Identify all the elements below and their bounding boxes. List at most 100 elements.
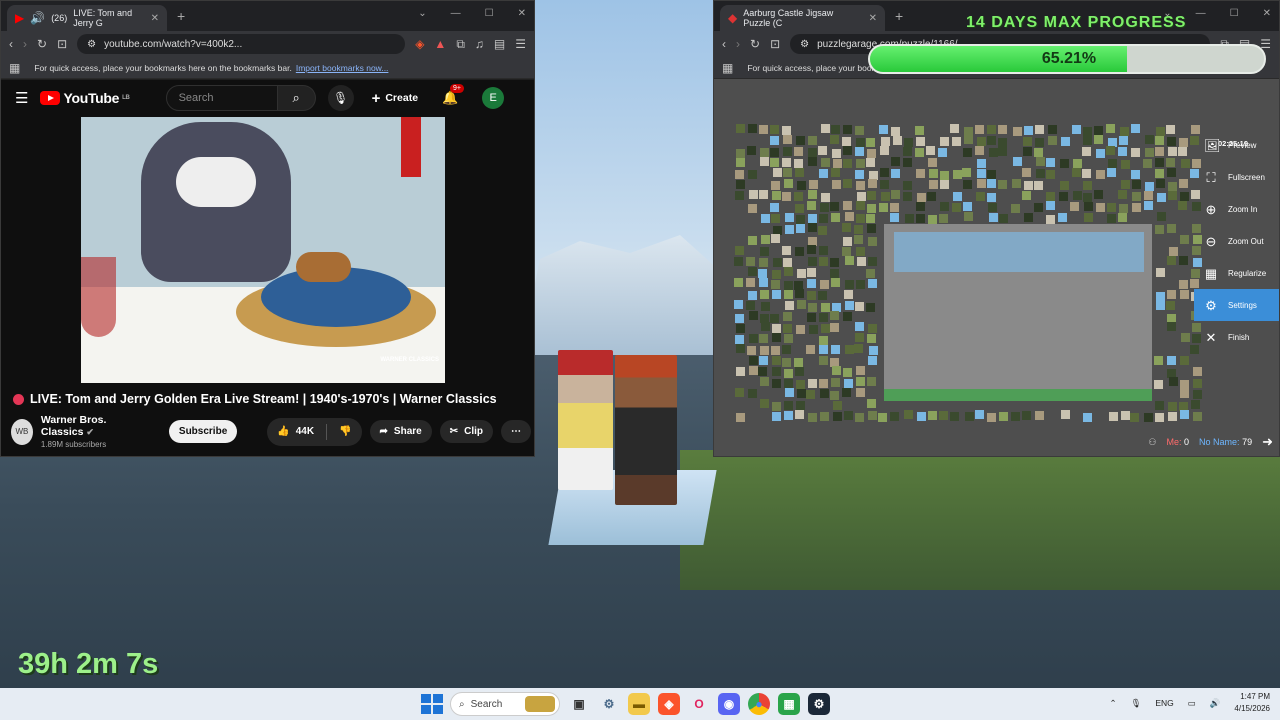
puzzle-piece[interactable] (939, 179, 949, 189)
puzzle-piece[interactable] (1155, 135, 1165, 145)
puzzle-piece[interactable] (1167, 412, 1177, 422)
puzzle-piece[interactable] (772, 257, 782, 267)
puzzle-piece[interactable] (940, 202, 950, 212)
puzzle-piece[interactable] (866, 302, 876, 312)
puzzle-piece[interactable] (879, 125, 889, 135)
puzzle-piece[interactable] (746, 301, 756, 311)
puzzle-piece[interactable] (1071, 125, 1081, 135)
puzzle-piece[interactable] (784, 213, 794, 223)
puzzle-piece[interactable] (1144, 148, 1154, 158)
menu-item-fullscreen[interactable]: ⛶ Fullscreen (1194, 161, 1279, 193)
puzzle-piece[interactable] (807, 257, 817, 267)
puzzle-piece[interactable] (1130, 412, 1140, 422)
hamburger-menu-icon[interactable]: ☰ (15, 91, 28, 106)
puzzle-piece[interactable] (854, 224, 863, 234)
puzzle-piece[interactable] (1036, 169, 1046, 179)
puzzle-piece[interactable] (782, 191, 792, 201)
puzzle-piece[interactable] (784, 388, 794, 398)
puzzle-piece[interactable] (986, 169, 996, 179)
puzzle-piece[interactable] (998, 124, 1008, 134)
site-info-icon[interactable]: ⚙ (87, 39, 96, 50)
puzzle-piece[interactable] (772, 289, 782, 299)
puzzle-piece[interactable] (855, 333, 865, 343)
puzzle-piece[interactable] (747, 124, 757, 134)
puzzle-piece[interactable] (1144, 135, 1154, 145)
puzzle-piece[interactable] (1034, 181, 1044, 191)
puzzle-piece[interactable] (735, 335, 745, 344)
puzzle-piece[interactable] (843, 159, 853, 169)
puzzle-piece[interactable] (782, 158, 792, 168)
puzzle-piece[interactable] (1023, 212, 1033, 222)
puzzle-piece[interactable] (808, 179, 818, 189)
puzzle-piece[interactable] (1108, 411, 1118, 421)
puzzle-piece[interactable] (938, 147, 947, 157)
puzzle-piece[interactable] (784, 400, 794, 410)
puzzle-piece[interactable] (1180, 159, 1190, 169)
puzzle-piece[interactable] (796, 223, 806, 233)
puzzle-piece[interactable] (759, 334, 769, 344)
puzzle-piece[interactable] (1083, 192, 1093, 202)
puzzle-piece[interactable] (976, 158, 986, 168)
puzzle-piece[interactable] (866, 214, 876, 224)
puzzle-piece[interactable] (748, 311, 758, 320)
puzzle-piece[interactable] (831, 366, 841, 376)
puzzle-piece[interactable] (928, 169, 938, 179)
puzzle-piece[interactable] (760, 148, 770, 158)
puzzle-piece[interactable] (735, 180, 745, 190)
apps-icon[interactable]: ▦ (9, 62, 20, 74)
puzzle-piece[interactable] (819, 312, 829, 322)
more-actions-button[interactable]: ⋯ (501, 420, 531, 443)
puzzle-piece[interactable] (938, 411, 948, 421)
puzzle-piece[interactable] (1166, 301, 1176, 311)
puzzle-piece[interactable] (844, 410, 854, 420)
brave-browser-icon[interactable]: ◈ (658, 693, 680, 715)
puzzle-piece[interactable] (819, 389, 829, 399)
puzzle-piece[interactable] (1156, 212, 1166, 222)
puzzle-piece[interactable] (782, 345, 792, 355)
taskbar-search[interactable]: ⌕ Search (450, 692, 560, 716)
puzzle-piece[interactable] (820, 157, 830, 167)
puzzle-piece[interactable] (1096, 203, 1106, 213)
puzzle-piece[interactable] (1119, 203, 1129, 213)
puzzle-piece[interactable] (760, 157, 770, 167)
puzzle-piece[interactable] (1180, 333, 1190, 343)
menu-item-zoom-in[interactable]: ⊕ Zoom In (1194, 193, 1279, 225)
puzzle-piece[interactable] (794, 191, 804, 201)
puzzle-piece[interactable] (842, 136, 852, 146)
minimize-icon[interactable]: — (451, 8, 461, 19)
puzzle-piece[interactable] (976, 191, 986, 201)
clip-button[interactable]: ✂ Clip (439, 420, 493, 443)
volume-icon[interactable]: 🔊 (1210, 698, 1221, 709)
puzzle-piece[interactable] (784, 225, 794, 235)
youtube-browser-window[interactable]: ▶ 🔊 (26) LIVE: Tom and Jerry G ✕ + ⌄ — ☐… (0, 0, 535, 457)
puzzle-piece[interactable] (832, 400, 842, 410)
puzzle-piece[interactable] (842, 179, 852, 189)
puzzle-piece[interactable] (976, 136, 986, 146)
puzzle-piece[interactable] (759, 399, 769, 409)
puzzle-piece[interactable] (758, 366, 768, 376)
puzzle-piece[interactable] (808, 190, 818, 200)
puzzle-piece[interactable] (1179, 234, 1189, 244)
puzzle-piece[interactable] (760, 290, 770, 300)
puzzle-piece[interactable] (866, 268, 876, 278)
puzzle-piece[interactable] (904, 137, 914, 147)
puzzle-piece[interactable] (819, 169, 829, 179)
puzzle-piece[interactable] (807, 147, 817, 157)
puzzle-piece[interactable] (808, 324, 818, 334)
puzzle-piece[interactable] (1058, 212, 1068, 222)
puzzle-piece[interactable] (795, 289, 805, 299)
puzzle-piece[interactable] (854, 169, 864, 179)
video-player[interactable]: WARNER CLASSICS (81, 117, 445, 383)
puzzle-piece[interactable] (832, 159, 842, 169)
puzzle-piece[interactable] (819, 378, 829, 388)
puzzle-piece[interactable] (844, 212, 854, 222)
puzzle-piece[interactable] (1119, 126, 1129, 136)
puzzle-piece[interactable] (1011, 412, 1021, 421)
puzzle-piece[interactable] (770, 136, 780, 146)
puzzle-piece[interactable] (1082, 146, 1092, 156)
puzzle-piece[interactable] (952, 191, 962, 201)
puzzle-piece[interactable] (782, 357, 792, 367)
puzzle-piece[interactable] (867, 377, 877, 387)
puzzle-piece[interactable] (772, 168, 782, 178)
puzzle-piece[interactable] (830, 344, 840, 354)
